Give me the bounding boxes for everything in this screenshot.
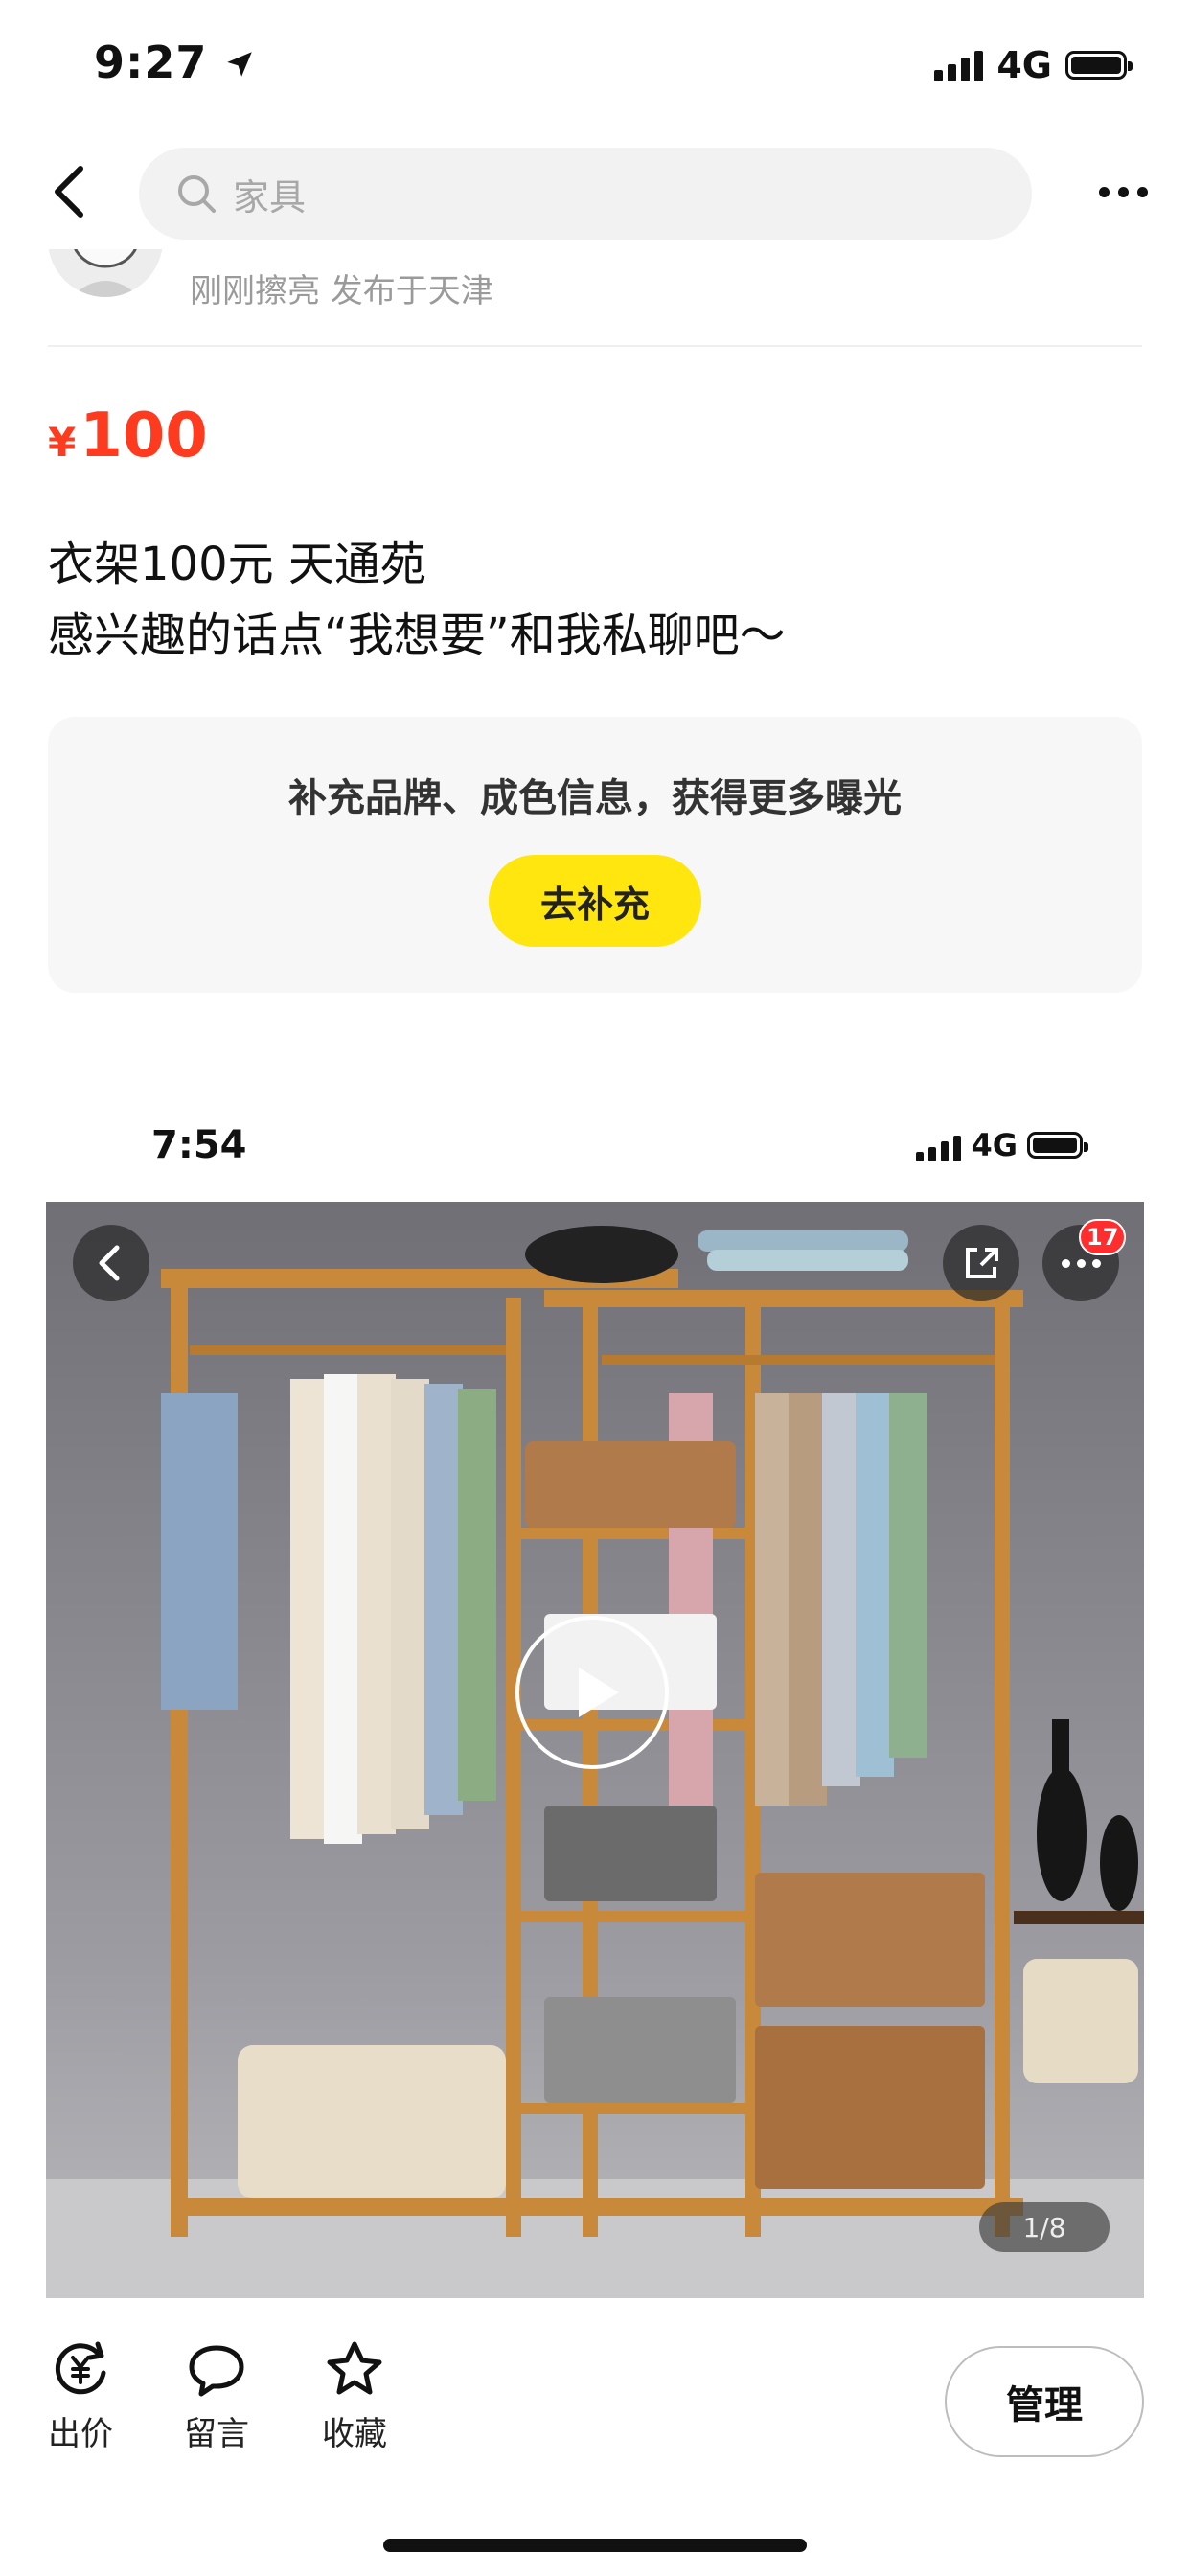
favorite-button[interactable]: 收藏 <box>307 2338 402 2454</box>
more-options-button[interactable] <box>1085 163 1161 220</box>
bottom-action-bar: 出价 留言 收藏 管理 <box>0 2300 1190 2576</box>
chevron-left-icon <box>99 1245 120 1281</box>
manage-button[interactable]: 管理 <box>945 2346 1144 2457</box>
top-nav: 家具 <box>0 134 1190 249</box>
offer-price-button[interactable]: 出价 <box>33 2338 128 2454</box>
embedded-status-time: 7:54 <box>151 1123 247 1167</box>
dot-icon <box>1136 186 1148 197</box>
dot-icon <box>1061 1258 1070 1268</box>
embedded-back-button <box>73 1225 149 1301</box>
location-arrow-icon <box>227 52 253 77</box>
dot-icon <box>1098 186 1110 197</box>
comment-button[interactable]: 留言 <box>169 2338 264 2454</box>
yuan-circle-icon <box>55 2341 106 2395</box>
home-indicator <box>383 2539 807 2552</box>
promo-text: 补充品牌、成色信息，获得更多曝光 <box>288 776 902 820</box>
play-icon <box>579 1668 619 1717</box>
signal-icon <box>916 1129 962 1162</box>
embedded-status-indicators: 4G <box>916 1127 1088 1163</box>
embedded-network-type: 4G <box>971 1127 1018 1163</box>
price-currency: ¥ <box>48 419 77 466</box>
search-icon <box>178 175 216 213</box>
description-line: 衣架100元 天通苑 <box>48 538 426 591</box>
signal-icon <box>934 49 984 81</box>
image-counter: 1/8 <box>979 2202 1110 2252</box>
item-description: 衣架100元 天通苑 感兴趣的话点“我想要”和我私聊吧～ <box>48 529 786 671</box>
favorite-label: 收藏 <box>322 2415 387 2453</box>
seller-meta: 刚刚擦亮 发布于天津 <box>190 272 493 310</box>
promo-card: 补充品牌、成色信息，获得更多曝光 去补充 <box>48 717 1142 993</box>
network-type: 4G <box>996 44 1052 86</box>
divider <box>48 345 1142 347</box>
notification-badge: 17 <box>1079 1219 1127 1255</box>
add-info-button[interactable]: 去补充 <box>489 855 701 947</box>
search-input[interactable]: 家具 <box>139 148 1032 240</box>
dot-icon <box>1076 1258 1086 1268</box>
dot-icon <box>1117 186 1129 197</box>
status-indicators: 4G <box>934 44 1133 86</box>
back-button[interactable] <box>44 161 102 222</box>
play-video-button[interactable] <box>515 1616 669 1769</box>
battery-icon <box>1065 51 1133 80</box>
chevron-left-icon <box>55 166 83 218</box>
price: ¥ 100 <box>48 401 208 472</box>
price-value: 100 <box>80 401 208 472</box>
comment-label: 留言 <box>184 2415 249 2453</box>
embedded-share-button <box>943 1225 1019 1301</box>
status-bar: 9:27 4G <box>0 0 1190 134</box>
offer-price-label: 出价 <box>48 2415 113 2453</box>
battery-icon <box>1027 1132 1088 1159</box>
star-icon <box>327 2341 382 2395</box>
share-icon <box>966 1248 998 1278</box>
product-photo: 17 1/8 <box>46 1202 1144 2298</box>
chat-bubble-icon <box>189 2345 244 2397</box>
listing-image[interactable]: 7:54 4G 17 1/8 <box>0 1062 1190 2298</box>
status-time: 9:27 <box>94 36 256 88</box>
description-line: 感兴趣的话点“我想要”和我私聊吧～ <box>48 609 786 662</box>
search-placeholder: 家具 <box>233 175 307 218</box>
dot-icon <box>1091 1258 1101 1268</box>
